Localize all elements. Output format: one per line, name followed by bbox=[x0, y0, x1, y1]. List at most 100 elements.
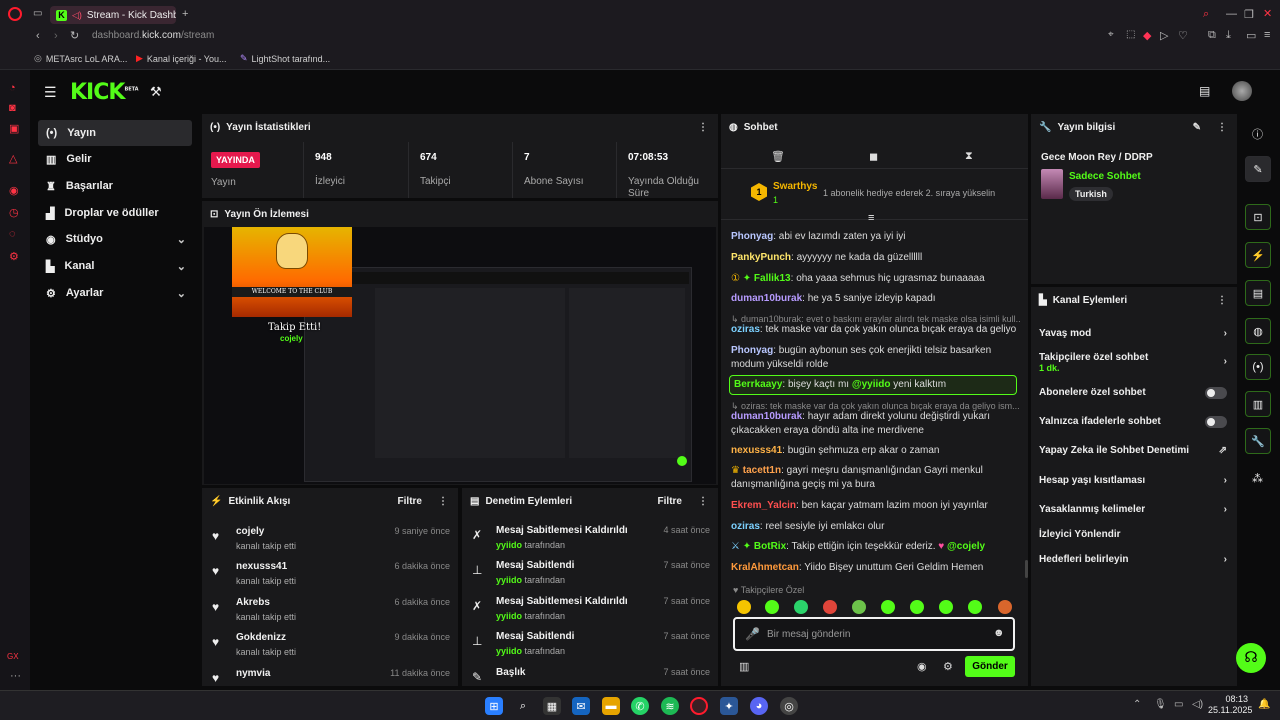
gx-corner-icon[interactable]: △ bbox=[9, 152, 17, 165]
send-button[interactable]: Gönder bbox=[965, 656, 1015, 677]
clock[interactable]: 08:13 25.11.2025 bbox=[1208, 694, 1252, 716]
emote-icon[interactable] bbox=[852, 600, 866, 614]
tools-button[interactable]: 🔧 bbox=[1245, 428, 1271, 454]
microphone-icon[interactable]: 🎙 bbox=[1154, 699, 1167, 710]
action-slow-mode[interactable]: Yavaş mod › bbox=[1039, 328, 1227, 339]
extensions-icon[interactable]: ⧉ bbox=[1208, 29, 1216, 42]
twitch-icon[interactable]: ▣ bbox=[9, 122, 19, 135]
chat-mention[interactable]: @cojely bbox=[947, 541, 985, 552]
chat-username[interactable]: nexusss41 bbox=[731, 445, 782, 456]
outlook-icon[interactable]: ✉ bbox=[572, 697, 590, 715]
file-explorer-icon[interactable]: ▬ bbox=[602, 697, 620, 715]
emote-icon[interactable] bbox=[910, 600, 924, 614]
emote-icon[interactable] bbox=[881, 600, 895, 614]
sidebar-item-gelir[interactable]: ▥ Gelir bbox=[38, 146, 192, 172]
action-ai-moderation[interactable]: Yapay Zeka ile Sohbet Denetimi ⇗ bbox=[1039, 445, 1227, 456]
chat-input[interactable]: 🎤 Bir mesaj gönderin ☻ bbox=[733, 617, 1015, 651]
wallet-icon[interactable]: ▭ bbox=[1246, 29, 1256, 42]
app-icon[interactable]: ✦ bbox=[720, 697, 738, 715]
heart-icon[interactable]: ♡ bbox=[1178, 29, 1188, 42]
sidebar-item-yayin[interactable]: (•) Yayın bbox=[38, 120, 192, 146]
reload-icon[interactable]: ↻ bbox=[70, 29, 79, 42]
widgets-icon[interactable]: ▦ bbox=[543, 697, 561, 715]
action-account-age[interactable]: Hesap yaşı kısıtlaması › bbox=[1039, 475, 1227, 486]
activity-filter-button[interactable]: Filtre bbox=[398, 496, 422, 507]
back-icon[interactable]: ‹ bbox=[36, 30, 40, 42]
forward-icon[interactable]: › bbox=[54, 30, 58, 42]
clip-button[interactable]: ⊡ bbox=[1245, 204, 1271, 230]
moderation-filter-button[interactable]: Filtre bbox=[658, 496, 682, 507]
notification-icon[interactable]: 🔔 bbox=[1258, 699, 1270, 710]
more-options-icon[interactable]: ⋮ bbox=[698, 496, 708, 507]
kick-logo[interactable]: KICKBETA bbox=[70, 80, 139, 105]
chat-username[interactable]: Phonyag bbox=[731, 345, 773, 356]
edit-icon[interactable]: ✎ bbox=[1193, 122, 1201, 133]
new-tab-icon[interactable]: + bbox=[182, 8, 188, 20]
action-followers-only[interactable]: Takipçilere özel sohbet 1 dk. › bbox=[1039, 352, 1227, 373]
network-icon[interactable]: ▭ bbox=[1174, 699, 1183, 710]
search-icon[interactable]: ⌕ bbox=[1203, 8, 1209, 21]
steam-icon[interactable]: ◎ bbox=[780, 697, 798, 715]
chat-username[interactable]: Phonyag bbox=[731, 231, 773, 242]
tag-pill[interactable]: Turkish bbox=[1069, 187, 1113, 201]
chat-username[interactable]: PankyPunch bbox=[731, 252, 791, 263]
close-icon[interactable]: ✕ bbox=[1263, 7, 1272, 20]
aria-icon[interactable]: ◔ bbox=[9, 82, 16, 94]
store-icon[interactable]: ▥ bbox=[739, 660, 749, 673]
url-field[interactable]: dashboard.kick.com/stream bbox=[92, 30, 214, 41]
emote-icon[interactable] bbox=[968, 600, 982, 614]
windows-start-icon[interactable]: ⊞ bbox=[485, 697, 503, 715]
pin-icon[interactable]: ⌖ bbox=[1108, 29, 1114, 40]
notes-button[interactable]: ▤ bbox=[1245, 280, 1271, 306]
maximize-icon[interactable]: ❐ bbox=[1244, 8, 1254, 21]
more-options-icon[interactable]: ⋮ bbox=[1217, 295, 1227, 306]
list-item[interactable]: ♥ nymvia 11 dakika önce bbox=[212, 668, 450, 686]
chat-username[interactable]: BotRix bbox=[754, 541, 786, 552]
play-icon[interactable]: ▷ bbox=[1160, 29, 1168, 42]
tab-menu-icon[interactable]: ▭ bbox=[33, 8, 42, 19]
list-item[interactable]: ♥ nexusss41 kanalı takip etti 6 dakika önce bbox=[212, 561, 450, 595]
moderator-name[interactable]: yyiido bbox=[496, 611, 522, 621]
gift-shop-icon[interactable]: ▤ bbox=[1199, 84, 1210, 98]
tray-chevron-icon[interactable]: ⌃ bbox=[1133, 699, 1141, 710]
whatsapp-icon[interactable]: ✆ bbox=[631, 697, 649, 715]
minimize-icon[interactable]: — bbox=[1226, 8, 1237, 20]
edit-mode-button[interactable]: ✎ bbox=[1245, 156, 1271, 182]
hammer-icon[interactable]: ⚒ bbox=[150, 84, 162, 100]
shield-icon[interactable]: ◆ bbox=[1143, 29, 1151, 42]
moderator-name[interactable]: yyiido bbox=[496, 540, 522, 550]
tab-kick-dashboard[interactable]: K ◁) Stream - Kick Dashboard bbox=[50, 6, 176, 24]
activity-user[interactable]: nymvia bbox=[236, 668, 270, 679]
help-chat-button[interactable]: ☊ bbox=[1236, 643, 1266, 673]
chat-settings-bubble-icon[interactable]: ◉ bbox=[917, 660, 927, 673]
list-item[interactable]: ♥ Gokdenizz kanalı takip etti 9 dakika önce bbox=[212, 632, 450, 666]
emote-icon[interactable] bbox=[765, 600, 779, 614]
download-icon[interactable]: ⤓ bbox=[1226, 29, 1231, 42]
chat-username[interactable]: KralAhmetcan bbox=[731, 562, 799, 573]
avatar[interactable] bbox=[1232, 81, 1252, 101]
discord-icon[interactable]: ◕ bbox=[750, 697, 768, 715]
info-icon[interactable]: ⓘ bbox=[1252, 126, 1263, 142]
chat-mention[interactable]: @yyiido bbox=[852, 379, 891, 390]
activity-user[interactable]: Akrebs bbox=[236, 597, 270, 608]
opera-logo-icon[interactable] bbox=[8, 7, 22, 21]
audio-icon[interactable]: ◁) bbox=[72, 10, 82, 21]
collapse-icon[interactable]: ≡ bbox=[868, 212, 874, 224]
moderator-name[interactable]: yyiido bbox=[496, 575, 522, 585]
microphone-icon[interactable]: 🎤 bbox=[745, 627, 760, 641]
activity-user[interactable]: cojely bbox=[236, 526, 264, 537]
sidebar-item-basarilar[interactable]: ♜ Başarılar bbox=[38, 173, 192, 199]
moderator-name[interactable]: yyiido bbox=[496, 646, 522, 656]
emote-icon[interactable] bbox=[794, 600, 808, 614]
chat-button[interactable]: ◍ bbox=[1245, 318, 1271, 344]
emotes-only-toggle[interactable] bbox=[1205, 416, 1227, 428]
chat-username[interactable]: Berrkaayy bbox=[734, 379, 782, 390]
player-icon[interactable]: ◉ bbox=[9, 184, 19, 197]
bookmark-item[interactable]: ✎ LightShot tarafınd... bbox=[240, 53, 330, 64]
gear-icon[interactable]: ⚙ bbox=[943, 660, 953, 673]
chat-username[interactable]: duman10burak bbox=[731, 411, 802, 422]
spotify-icon[interactable]: ≋ bbox=[661, 697, 679, 715]
emote-icon[interactable] bbox=[998, 600, 1012, 614]
chat-username[interactable]: duman10burak bbox=[731, 293, 802, 304]
emote-icon[interactable] bbox=[737, 600, 751, 614]
